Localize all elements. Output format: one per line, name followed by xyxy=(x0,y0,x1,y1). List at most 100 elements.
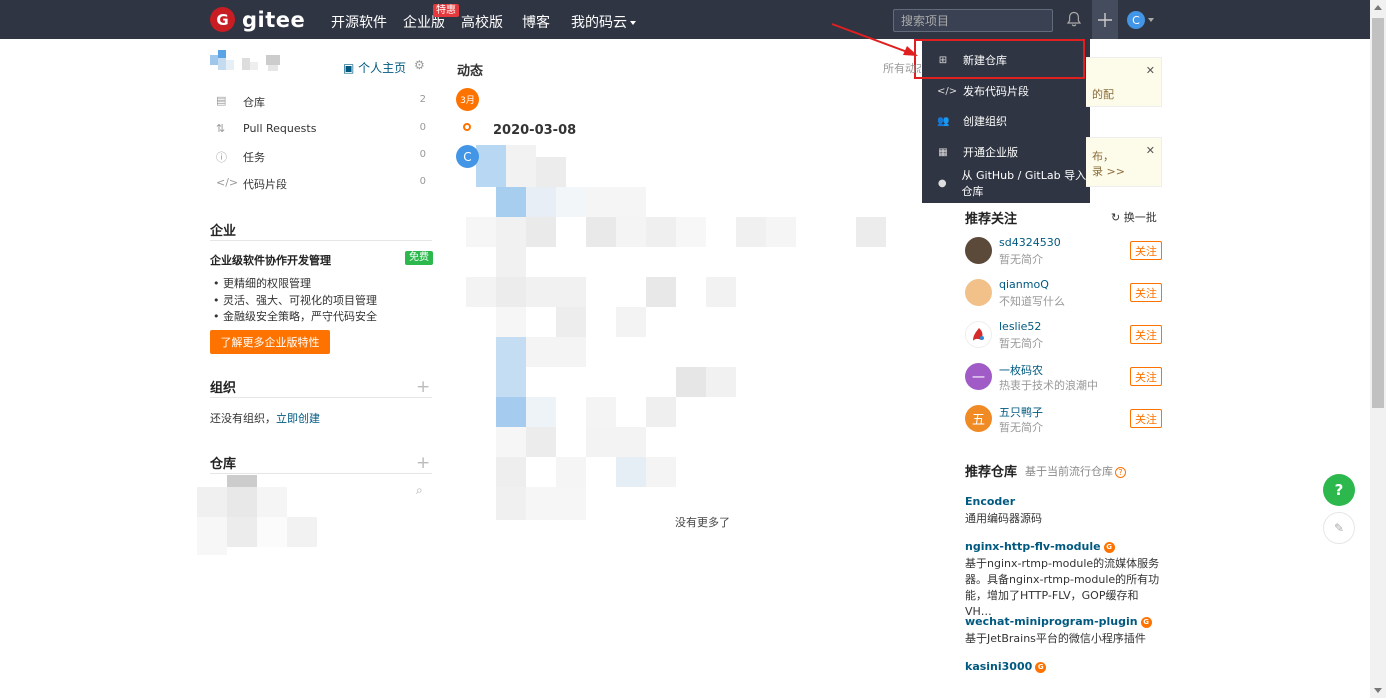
recommend-users-title: 推荐关注 xyxy=(965,212,1018,227)
user-name-link[interactable]: 五只鸭子 xyxy=(999,404,1043,420)
user-name-link[interactable]: 一枚码农 xyxy=(999,362,1043,378)
add-org-plus-icon[interactable]: + xyxy=(416,379,430,396)
repo-name-link[interactable]: kasini3000 G xyxy=(965,660,1047,673)
gitee-logo[interactable]: G gitee xyxy=(210,7,305,32)
search-icon[interactable]: ⌕ xyxy=(416,483,423,498)
repo-name-label: wechat-miniprogram-plugin xyxy=(965,615,1138,628)
bell-icon[interactable] xyxy=(1066,11,1082,28)
enterprise-section-title: 企业 xyxy=(210,224,237,239)
repo-name-link[interactable]: wechat-miniprogram-plugin G xyxy=(965,615,1152,628)
repo-name-link[interactable]: Encoder xyxy=(965,495,1015,508)
menu-import-repo[interactable]: ● 从 GitHub / GitLab 导入仓库 xyxy=(922,168,1090,198)
top-navbar: G gitee 开源软件 企业版 特惠 高校版 博客 我的码云 C xyxy=(0,0,1370,39)
scrollbar-thumb[interactable] xyxy=(1372,18,1384,408)
menu-enterprise-label: 开通企业版 xyxy=(963,146,1018,159)
add-repo-plus-icon[interactable]: + xyxy=(416,455,430,472)
refresh-label: 换一批 xyxy=(1123,211,1157,224)
org-empty-label: 还没有组织， xyxy=(210,412,276,425)
help-button[interactable]: ? xyxy=(1323,474,1355,506)
close-icon[interactable]: ✕ xyxy=(1146,64,1155,77)
follow-button[interactable]: 关注 xyxy=(1130,367,1162,386)
menu-enterprise[interactable]: ▦ 开通企业版 xyxy=(922,137,1090,167)
create-org-link[interactable]: 立即创建 xyxy=(276,412,320,425)
recommend-user-row: qianmoQ 不知道写什么 关注 xyxy=(965,278,1162,308)
scroll-up-arrow-icon[interactable] xyxy=(1374,5,1382,10)
user-avatar[interactable]: 一 xyxy=(965,363,992,390)
user-name-link[interactable]: qianmoQ xyxy=(999,278,1049,291)
sidebar-item-repos[interactable]: ▤ 仓库 2 xyxy=(216,94,426,110)
nav-promo-badge: 特惠 xyxy=(433,4,459,17)
sidebar-item-label: 仓库 xyxy=(243,96,265,109)
notice-link[interactable]: 录 >> xyxy=(1092,163,1125,179)
sidebar-item-snippets[interactable]: </> 代码片段 0 xyxy=(216,176,426,192)
recommend-user-row: sd4324530 暂无简介 关注 xyxy=(965,236,1162,266)
follow-button[interactable]: 关注 xyxy=(1130,325,1162,344)
profile-avatar-blurred[interactable] xyxy=(210,50,286,75)
no-more-text: 没有更多了 xyxy=(675,516,730,529)
refresh-users-button[interactable]: ↻ 换一批 xyxy=(1111,209,1157,225)
repo-name-link[interactable]: nginx-http-flv-module G xyxy=(965,540,1115,553)
code-icon: </> xyxy=(216,176,239,189)
user-desc: 暂无简介 xyxy=(999,421,1043,434)
enterprise-feature: • 金融级安全策略，严守代码安全 xyxy=(213,310,377,323)
code-icon: </> xyxy=(937,85,958,97)
gvp-badge-icon: G xyxy=(1140,616,1152,628)
sidebar-item-count: 0 xyxy=(419,149,426,160)
follow-button[interactable]: 关注 xyxy=(1130,241,1162,260)
feedback-button[interactable]: ✎ xyxy=(1323,512,1355,544)
recommend-user-row: 一 一枚码农 热衷于技术的浪潮中 关注 xyxy=(965,362,1162,392)
chevron-down-icon xyxy=(630,21,636,25)
notice-banner: ✕ 布， 录 >> xyxy=(1086,137,1162,187)
create-plus-button[interactable] xyxy=(1092,0,1118,39)
user-avatar[interactable]: 五 xyxy=(965,405,992,432)
close-icon[interactable]: ✕ xyxy=(1146,144,1155,157)
sidebar-item-issues[interactable]: ⓘ 任务 0 xyxy=(216,149,426,165)
enterprise-feature: • 更精细的权限管理 xyxy=(213,277,311,290)
sidebar-item-pull-requests[interactable]: ⇅ Pull Requests 0 xyxy=(216,122,426,138)
repo-icon: ▤ xyxy=(216,94,227,107)
search-input[interactable] xyxy=(893,9,1053,32)
highlight-box xyxy=(914,39,1085,79)
free-badge: 免费 xyxy=(405,251,433,265)
page-scrollbar[interactable] xyxy=(1370,0,1386,698)
personal-homepage-link[interactable]: ▣ 个人主页 xyxy=(343,59,406,76)
user-desc: 不知道写什么 xyxy=(999,295,1065,308)
user-name-link[interactable]: sd4324530 xyxy=(999,236,1061,249)
menu-import-repo-label: 从 GitHub / GitLab 导入仓库 xyxy=(961,169,1087,198)
user-avatar[interactable] xyxy=(965,237,992,264)
sidebar-item-count: 2 xyxy=(419,94,426,105)
menu-new-org[interactable]: 👥 创建组织 xyxy=(922,106,1090,136)
nav-education[interactable]: 高校版 xyxy=(461,12,503,32)
follow-button[interactable]: 关注 xyxy=(1130,409,1162,428)
gear-icon[interactable]: ⚙ xyxy=(414,58,425,72)
avatar-logo-icon xyxy=(972,327,984,341)
repo-name-label: kasini3000 xyxy=(965,660,1033,673)
learn-enterprise-button[interactable]: 了解更多企业版特性 xyxy=(210,330,330,354)
refresh-icon: ↻ xyxy=(1111,211,1121,224)
question-icon[interactable]: ? xyxy=(1115,466,1126,478)
user-avatar[interactable] xyxy=(965,279,992,306)
user-avatar[interactable]: C xyxy=(1127,11,1145,29)
timeline-dot xyxy=(463,123,471,131)
feed-user-avatar[interactable]: C xyxy=(456,145,479,168)
nav-open-source[interactable]: 开源软件 xyxy=(331,12,387,32)
scroll-down-arrow-icon[interactable] xyxy=(1374,688,1382,693)
gitee-logo-icon: G xyxy=(210,7,235,32)
nav-my-gitee[interactable]: 我的码云 xyxy=(571,12,636,32)
menu-new-snippet[interactable]: </> 发布代码片段 xyxy=(922,76,1090,106)
follow-button[interactable]: 关注 xyxy=(1130,283,1162,302)
user-avatar[interactable] xyxy=(965,321,992,348)
recommend-user-row: 五 五只鸭子 暂无简介 关注 xyxy=(965,404,1162,434)
feed-filter[interactable]: 所有动态 xyxy=(883,60,921,76)
nav-my-gitee-label: 我的码云 xyxy=(571,15,627,31)
nav-blog[interactable]: 博客 xyxy=(522,12,550,32)
user-name-link[interactable]: leslie52 xyxy=(999,320,1041,333)
repo-name-label: nginx-http-flv-module xyxy=(965,540,1101,553)
repo-list-blurred[interactable] xyxy=(197,475,322,555)
feed-date: 2020-03-08 xyxy=(493,123,577,138)
user-desc: 暂无简介 xyxy=(999,253,1043,266)
enterprise-subtitle: 企业级软件协作开发管理 xyxy=(210,254,331,267)
chevron-down-icon[interactable] xyxy=(1148,18,1154,22)
user-desc: 暂无简介 xyxy=(999,337,1043,350)
notice-text: 的配 xyxy=(1092,88,1114,101)
